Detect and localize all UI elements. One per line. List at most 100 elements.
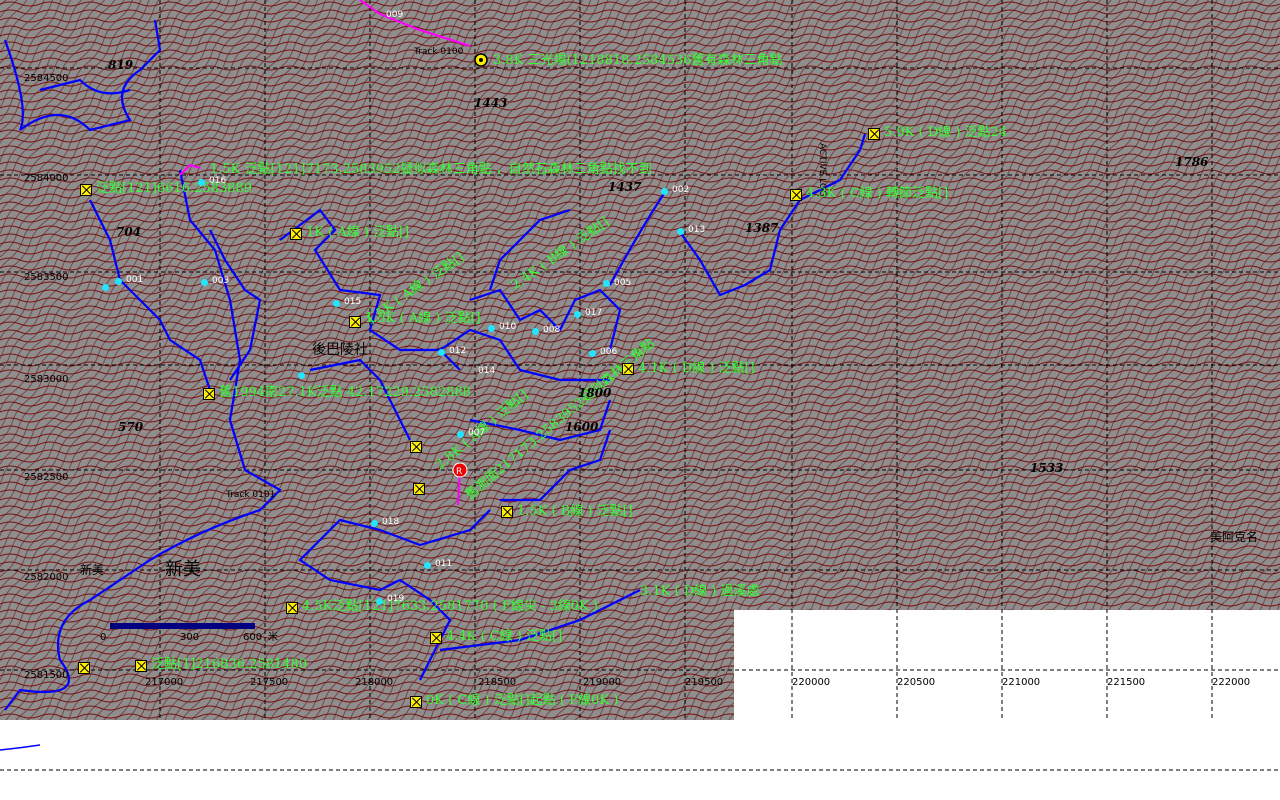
track-point[interactable]: [457, 431, 464, 438]
track-point-label: 010: [499, 322, 517, 332]
svg-text:R: R: [456, 467, 462, 477]
waypoint-marker[interactable]: [80, 184, 92, 196]
route-label: Track 0100: [414, 47, 464, 57]
place-name: 美阿克名: [1210, 530, 1259, 544]
waypoint-label: 4.4K ( C線 ) 泛點[]: [446, 629, 563, 644]
easting-label: 221000: [1002, 677, 1041, 688]
waypoint-label: 4.3K ( C線 ) 轉節泛點[]: [806, 186, 949, 201]
track-point[interactable]: [198, 179, 205, 186]
northing-label: 2582000: [24, 572, 69, 583]
track-point[interactable]: [488, 325, 495, 332]
track-point-label: 019: [387, 594, 405, 604]
waypoint-marker[interactable]: [203, 388, 215, 400]
northing-label: 2584000: [24, 173, 69, 184]
track-point[interactable]: [115, 278, 122, 285]
track-point[interactable]: [298, 372, 305, 379]
track-point-label: 017: [585, 308, 603, 318]
waypoint-marker[interactable]: [410, 696, 422, 708]
northing-label: 2584500: [24, 73, 69, 84]
waypoint-marker[interactable]: [430, 632, 442, 644]
waypoint-marker[interactable]: [410, 441, 422, 453]
track-point[interactable]: [574, 311, 581, 318]
track-point[interactable]: [201, 279, 208, 286]
easting-label: 219500: [685, 677, 724, 688]
track-point[interactable]: [603, 280, 610, 287]
topographic-map[interactable]: 2.4K ( B線 ) 泛點[] 1.5K ( A線 ) 泛點[] 舊測面217…: [0, 0, 1280, 800]
track-point[interactable]: [589, 350, 596, 357]
waypoint-label: 1K ( A線 ) 泛點[]: [306, 225, 410, 240]
map-blank-area: [734, 610, 1280, 720]
svg-text:300: 300: [180, 632, 199, 643]
svg-text:米: 米: [268, 630, 278, 643]
track-point-label: 003: [212, 276, 230, 286]
northing-label: 2582500: [24, 472, 69, 483]
waypoint-marker[interactable]: [135, 660, 147, 672]
elevation-label: 1387: [745, 221, 779, 235]
summit-icon: [474, 53, 488, 67]
waypoint-marker[interactable]: [290, 228, 302, 240]
elevation-label: 1600: [565, 420, 599, 434]
waypoint-marker[interactable]: [349, 316, 361, 328]
svg-text:600: 600: [243, 632, 262, 643]
track-point-label: 007: [468, 428, 486, 438]
waypoint-label: 泛點[121]6616.2583889: [96, 181, 253, 196]
easting-label: 218000: [355, 677, 394, 688]
elevation-label: 1800: [578, 386, 612, 400]
track-point-label: 009: [386, 10, 404, 20]
northing-label: 2583500: [24, 272, 69, 283]
track-point[interactable]: [371, 520, 378, 527]
easting-label: 220500: [897, 677, 936, 688]
track-point-label: 001: [126, 275, 144, 285]
track-point-label: 015: [344, 297, 362, 307]
waypoint-label: 0K ( C線 ) 泛點[]起點 ( F線0K ): [426, 693, 619, 708]
track-point-label: 014: [478, 366, 496, 376]
elevation-label: 1443: [474, 96, 508, 110]
waypoint-label: 舊1994南27.1K泛點 42.17229.2582888: [219, 385, 471, 400]
track-point[interactable]: [532, 328, 539, 335]
waypoint-marker[interactable]: [868, 128, 880, 140]
track-point-label: 008: [543, 325, 561, 335]
place-name: 後巴陵社: [312, 342, 368, 358]
track-point-label: 011: [435, 559, 453, 569]
track-point[interactable]: [424, 562, 431, 569]
svg-text:0: 0: [100, 632, 106, 643]
easting-label: 217000: [145, 677, 184, 688]
track-point-label: 002: [672, 185, 690, 195]
easting-label: 217500: [250, 677, 289, 688]
summit-label: 3.8K 三光場(1218818.2584536舊有森林三角點: [493, 53, 783, 68]
track-point-label: 013: [688, 225, 706, 235]
waypoint-marker[interactable]: [413, 483, 425, 495]
easting-label: 221500: [1107, 677, 1146, 688]
route-start-icon: R: [452, 462, 468, 478]
route-label: Track 0101: [226, 490, 276, 500]
elevation-label: 1533: [1030, 461, 1064, 475]
track-point[interactable]: [333, 300, 340, 307]
waypoint-marker[interactable]: [622, 363, 634, 375]
easting-label: 222000: [1212, 677, 1251, 688]
elevation-label: 819: [108, 58, 134, 72]
waypoint-label: 1.5K ( B線 ) 泛點[]: [517, 504, 633, 519]
easting-label: 219000: [583, 677, 622, 688]
elevation-label: 1437: [608, 180, 642, 194]
track-point[interactable]: [677, 228, 684, 235]
track-point[interactable]: [661, 188, 668, 195]
track-point[interactable]: [376, 598, 383, 605]
waypoint-marker[interactable]: [790, 189, 802, 201]
waypoint-label: 泛點[1]216836.2581480: [151, 657, 308, 672]
track-point[interactable]: [438, 349, 445, 356]
track-point-label: 006: [600, 347, 618, 357]
track-point[interactable]: [102, 284, 109, 291]
waypoint-label: 4.1K ( D線 ) 泛點[]: [638, 361, 755, 376]
waypoint-marker[interactable]: [286, 602, 298, 614]
elevation-label: 1786: [1175, 155, 1209, 169]
easting-label: 220000: [792, 677, 831, 688]
track-point-label: 016: [209, 176, 227, 186]
place-name: 新美: [80, 563, 105, 577]
northing-label: 2583000: [24, 374, 69, 385]
elevation-label: 570: [118, 420, 144, 434]
waypoint-marker[interactable]: [501, 506, 513, 518]
track-point-label: 005: [614, 278, 632, 288]
waypoint-marker[interactable]: [78, 662, 90, 674]
waypoint-label: 1.5K ( A線 ) 泛點[]: [365, 311, 481, 326]
easting-label: 218500: [478, 677, 517, 688]
